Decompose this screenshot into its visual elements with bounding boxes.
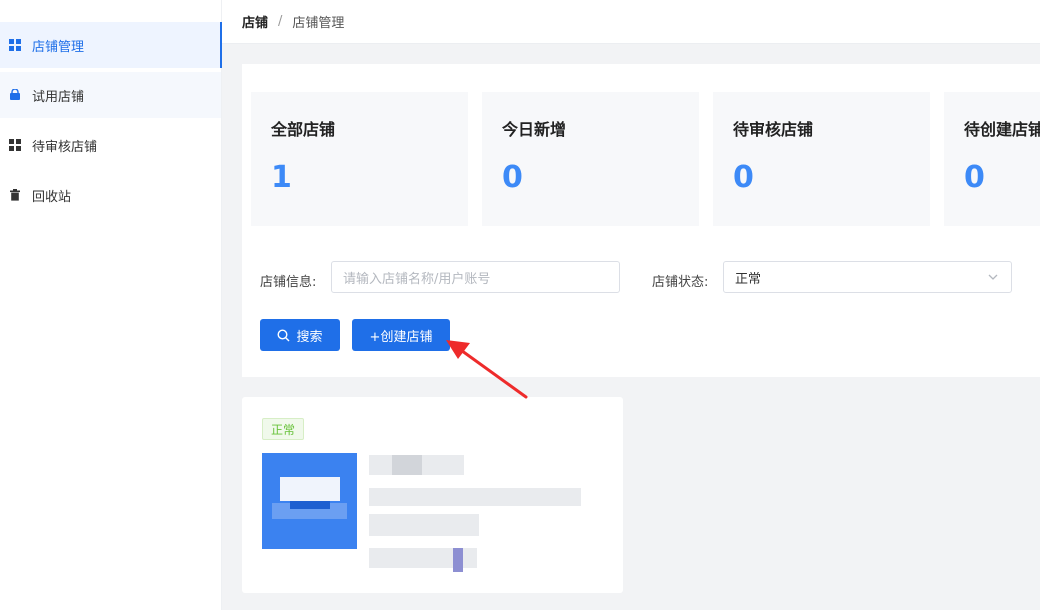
store-status-value: 正常 [735, 271, 762, 287]
search-button[interactable]: 搜索 [260, 319, 340, 351]
breadcrumb-separator: / [278, 14, 283, 29]
search-icon [277, 328, 290, 341]
sidebar-item-label: 店铺管理 [32, 39, 85, 55]
bag-icon [8, 88, 22, 102]
sidebar-item-pending-review[interactable]: 待审核店铺 [0, 122, 221, 168]
sidebar: 店铺管理 试用店铺 待审核店铺 回收站 [0, 0, 222, 610]
sidebar-item-store-management[interactable]: 店铺管理 [0, 22, 222, 68]
stat-label: 待审核店铺 [733, 120, 814, 139]
store-card[interactable]: 正常 [242, 397, 623, 593]
store-status-select[interactable]: 正常 [723, 261, 1012, 293]
store-status-label: 店铺状态: [652, 275, 709, 290]
blurred-store-detail [369, 488, 581, 506]
chevron-down-icon [987, 271, 999, 283]
stat-value: 0 [964, 160, 985, 195]
stat-label: 全部店铺 [271, 120, 336, 139]
create-store-button[interactable]: +创建店铺 [352, 319, 450, 351]
stat-card-pending-review: 待审核店铺 0 [713, 92, 930, 226]
store-info-placeholder: 请输入店铺名称/用户账号 [343, 271, 491, 287]
search-button-label: 搜索 [296, 329, 323, 345]
breadcrumb-current: 店铺管理 [292, 16, 345, 31]
grid-icon [8, 138, 22, 152]
filter-panel: 全部店铺 1 今日新增 0 待审核店铺 0 待创建店铺 0 店铺信息: 请输入店… [242, 64, 1040, 377]
status-badge: 正常 [262, 418, 305, 440]
stat-card-new-today: 今日新增 0 [482, 92, 699, 226]
stat-label: 待创建店铺 [964, 120, 1040, 139]
sidebar-item-label: 待审核店铺 [32, 139, 98, 155]
create-store-button-label: +创建店铺 [369, 329, 433, 345]
breadcrumb-home[interactable]: 店铺 [242, 12, 268, 31]
stat-card-pending-creation: 待创建店铺 0 [944, 92, 1040, 226]
sidebar-item-trial-stores[interactable]: 试用店铺 [0, 72, 221, 118]
stat-value: 1 [271, 160, 292, 195]
stat-value: 0 [733, 160, 754, 195]
sidebar-item-label: 回收站 [32, 189, 72, 205]
store-info-label: 店铺信息: [260, 275, 317, 290]
sidebar-item-recycle-bin[interactable]: 回收站 [0, 172, 221, 218]
blurred-store-detail [369, 514, 479, 536]
blurred-segment [392, 455, 422, 475]
stat-label: 今日新增 [502, 120, 567, 139]
breadcrumb: 店铺 / 店铺管理 [222, 0, 1040, 44]
trash-icon [8, 188, 22, 202]
stat-value: 0 [502, 160, 523, 195]
blurred-segment [453, 548, 463, 572]
main-content: 店铺 / 店铺管理 全部店铺 1 今日新增 0 待审核店铺 0 待创建店铺 0 … [222, 0, 1040, 610]
sidebar-item-label: 试用店铺 [32, 89, 85, 105]
store-thumbnail [262, 453, 357, 549]
store-info-input[interactable]: 请输入店铺名称/用户账号 [331, 261, 620, 293]
stat-card-all-stores: 全部店铺 1 [251, 92, 468, 226]
grid-icon [8, 38, 22, 52]
